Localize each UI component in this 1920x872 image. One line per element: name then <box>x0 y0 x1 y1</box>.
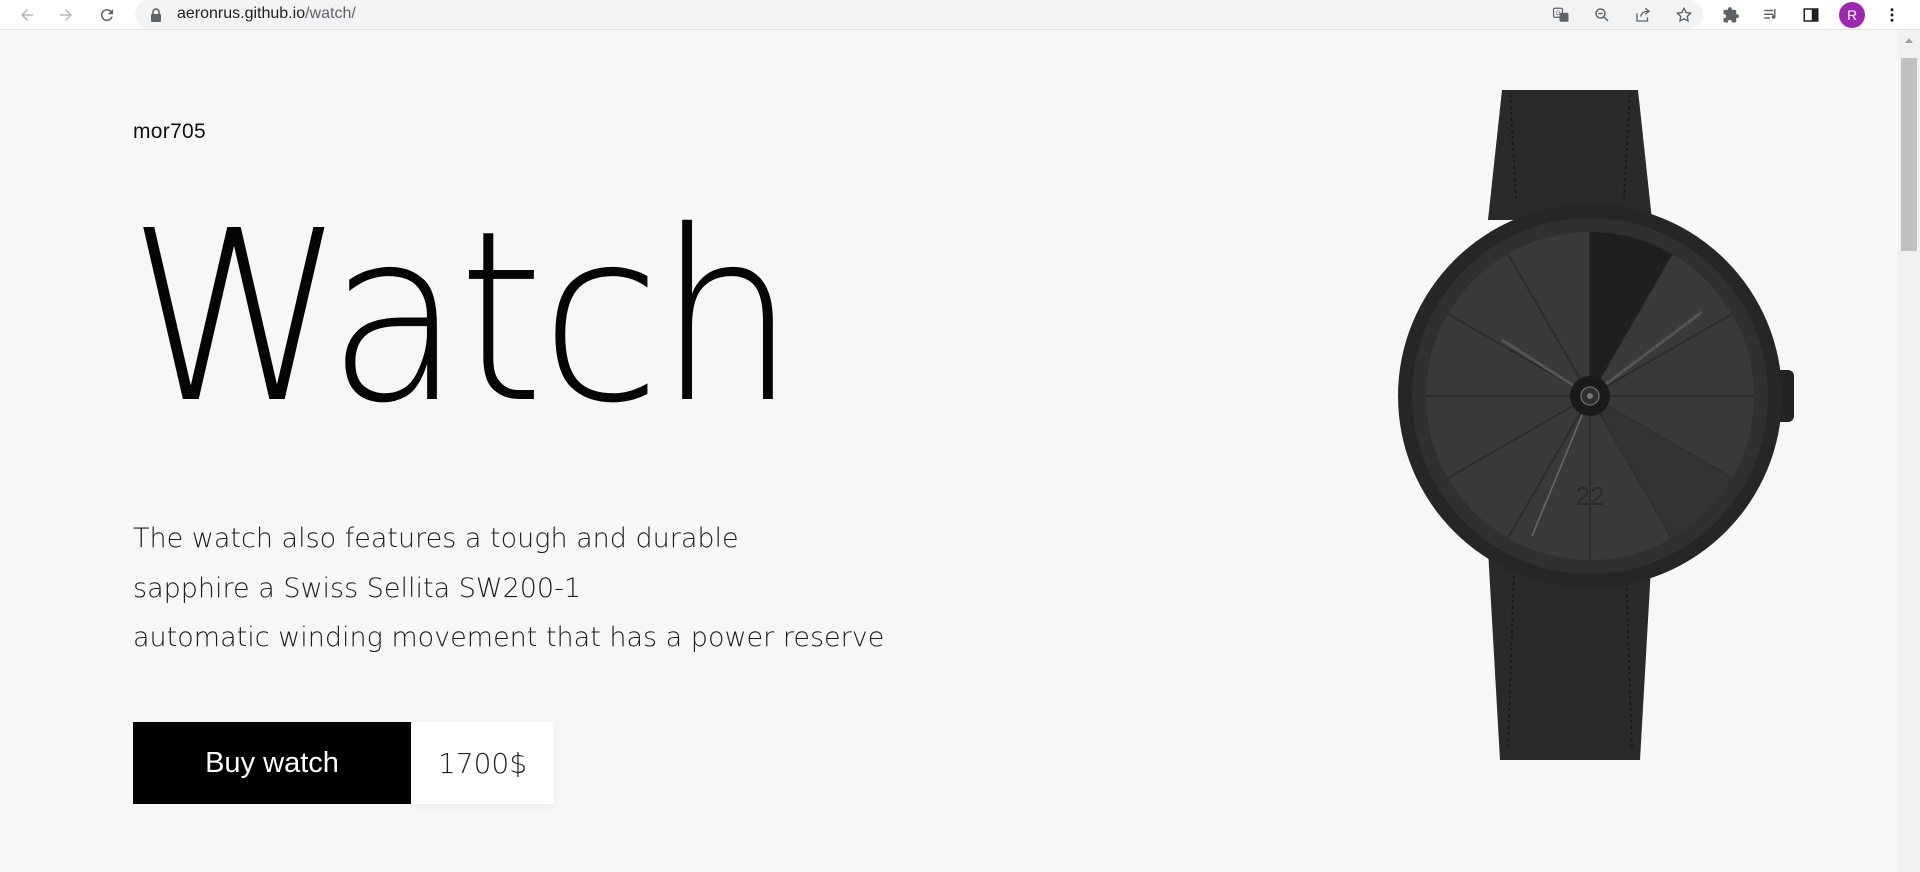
menu-kebab-icon[interactable] <box>1880 3 1904 27</box>
description-line: sapphire a Swiss Sellita SW200-1 <box>133 572 582 604</box>
url-path: /watch/ <box>305 5 356 22</box>
url-host: aeronrus.github.io <box>177 5 306 22</box>
watch-image: 22 <box>1398 90 1794 760</box>
price-tag: 1700$ <box>411 722 554 804</box>
browser-toolbar: aeronrus.github.io/watch/ G R <box>0 0 1920 30</box>
buy-watch-button[interactable]: Buy watch <box>133 722 411 804</box>
description-line: automatic winding movement that has a po… <box>133 622 885 653</box>
brand-logo[interactable]: mor705 <box>133 120 206 144</box>
lock-icon[interactable] <box>150 7 162 22</box>
product-description: The watch also features a tough and dura… <box>133 514 884 663</box>
hero-title: Watch <box>128 180 796 455</box>
svg-text:G: G <box>1556 11 1561 17</box>
zoom-out-icon[interactable] <box>1591 4 1613 26</box>
share-icon[interactable] <box>1632 4 1654 26</box>
dial-number: 22 <box>1576 481 1605 511</box>
profile-avatar[interactable]: R <box>1839 2 1865 28</box>
description-line: The watch also features a tough and dura… <box>133 523 739 554</box>
address-bar[interactable]: aeronrus.github.io/watch/ G <box>135 0 1703 29</box>
side-panel-icon[interactable] <box>1799 3 1823 27</box>
vertical-scrollbar[interactable] <box>1898 30 1920 872</box>
scroll-thumb[interactable] <box>1901 58 1917 251</box>
translate-icon[interactable]: G <box>1550 4 1572 26</box>
extensions-icon[interactable] <box>1719 3 1743 27</box>
reload-icon[interactable] <box>95 3 119 27</box>
forward-icon[interactable] <box>54 3 78 27</box>
reading-list-icon[interactable] <box>1759 3 1783 27</box>
scroll-up-arrow-icon[interactable] <box>1898 30 1920 50</box>
bookmark-star-icon[interactable] <box>1673 4 1695 26</box>
back-icon[interactable] <box>15 3 39 27</box>
url-text[interactable]: aeronrus.github.io/watch/ <box>177 5 356 23</box>
